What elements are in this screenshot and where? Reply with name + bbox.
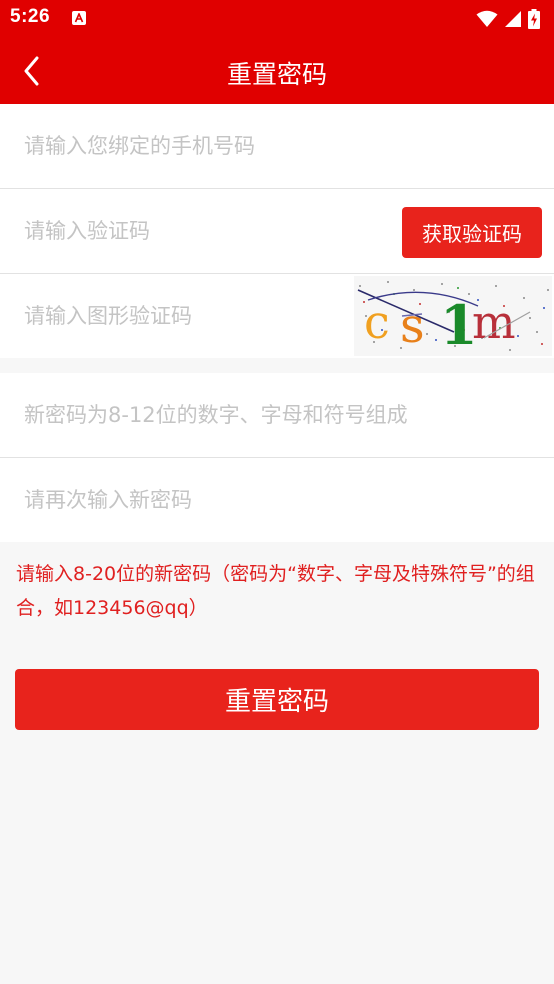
- sms-code-input[interactable]: [24, 189, 384, 273]
- new-password-row: [0, 373, 554, 457]
- captcha-image[interactable]: c s 1 m: [354, 276, 552, 357]
- confirm-password-row: [0, 458, 554, 542]
- battery-charging-icon: [528, 9, 540, 29]
- signal-icon: [505, 11, 521, 27]
- status-time: 5:26: [10, 6, 51, 27]
- svg-text:c: c: [364, 295, 390, 349]
- reset-password-button[interactable]: 重置密码: [15, 669, 539, 730]
- status-bar: 5:26: [0, 0, 554, 38]
- phone-input[interactable]: [24, 104, 534, 188]
- phone-row: [0, 104, 554, 188]
- status-icons: [476, 8, 540, 30]
- wifi-icon: [476, 10, 498, 27]
- svg-text:s: s: [400, 298, 425, 354]
- captcha-input[interactable]: [24, 274, 344, 358]
- confirm-password-input[interactable]: [24, 458, 534, 542]
- password-hint: 请输入8-20位的新密码（密码为“数字、字母及特殊符号”的组合，如123456@…: [16, 563, 535, 619]
- captcha-graphic: c s 1 m: [354, 276, 552, 357]
- svg-text:m: m: [472, 295, 516, 349]
- new-password-input[interactable]: [24, 373, 534, 457]
- notification-a-icon: [72, 11, 86, 25]
- page-title: 重置密码: [226, 60, 327, 89]
- app-bar: 重置密码: [0, 38, 554, 104]
- sms-code-row: 获取验证码: [0, 189, 554, 273]
- get-code-button[interactable]: 获取验证码: [402, 207, 542, 258]
- captcha-row: c s 1 m: [0, 274, 554, 358]
